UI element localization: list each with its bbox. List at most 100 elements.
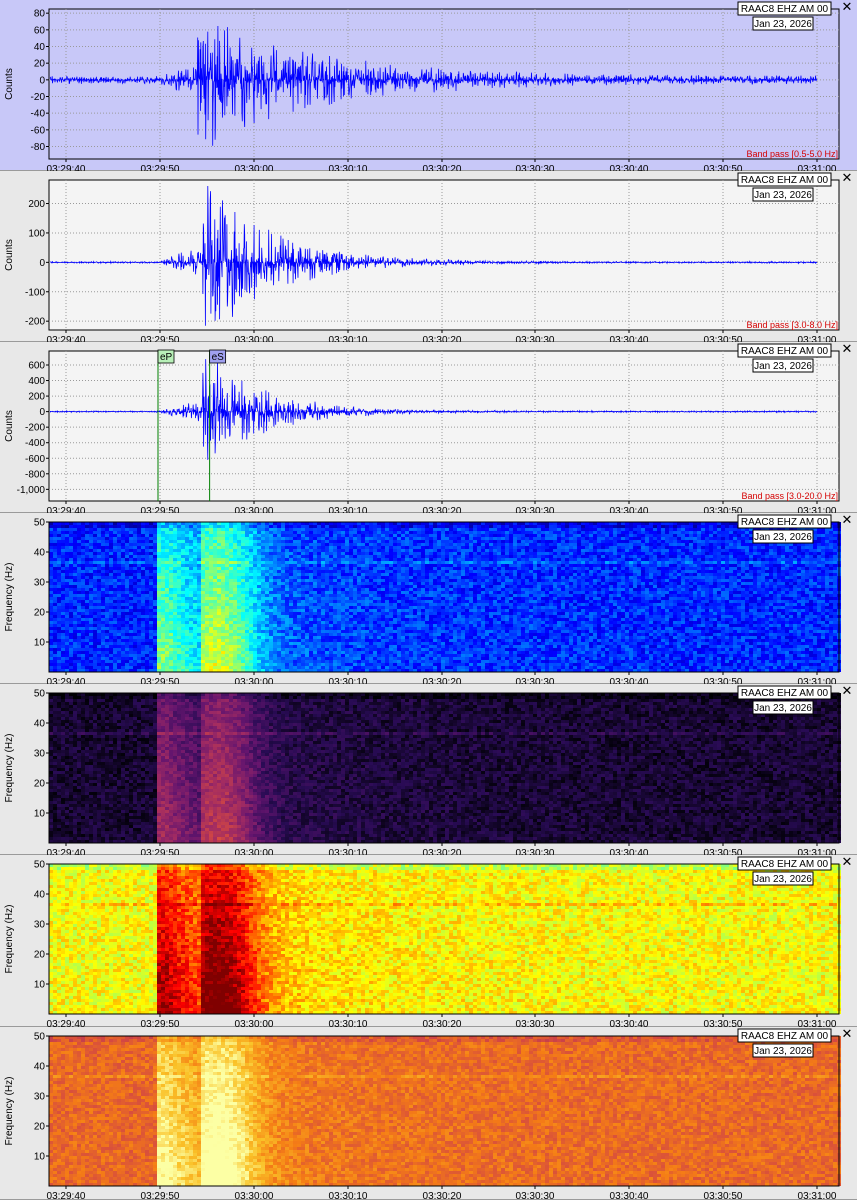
waveform-2-panel[interactable]: Band pass [3.0-8.0 Hz] 200 100 0 -100 -200 03:… [0,171,857,342]
spectrogram-cell [245,660,249,663]
spectrogram-cell [145,636,149,639]
spectrogram-cell [289,585,293,588]
waveform-3-chart: eP eSBand pass [3.0-20.0 Hz]6004002000-20… [4,343,840,513]
spectrogram-cell [281,654,285,657]
spectrogram-cell [93,582,97,585]
spectrogram-cell [409,576,413,579]
spectrogram-cell [105,651,109,654]
spectrogram-cell [185,582,189,585]
spectrogram-cell [401,648,405,651]
spectrogram-cell [373,525,377,528]
spectrogram-cell [309,570,313,573]
spectrogram-cell [265,585,269,588]
spectrogram-cell [149,531,153,534]
spectrogram-cell [261,645,265,648]
spectrogram-cell [129,630,133,633]
spectrogram-cell [169,651,173,654]
spectrogram-cell [357,612,361,615]
spectrogram-cell [189,543,193,546]
y-tick-label: 100 [28,228,45,239]
spectrogram-cell [277,549,281,552]
spectrogram-cell [257,633,261,636]
spectrogram-cell [137,606,141,609]
spectrogram-cell [93,642,97,645]
spectrogram-cell [357,558,361,561]
spectrogram-cell [257,567,261,570]
spectrogram-cell [177,636,181,639]
close-panel-button[interactable]: ✕ [841,1,853,14]
close-panel-button[interactable]: ✕ [841,172,853,185]
spectrogram-cell [341,639,345,642]
spectrogram-cell [81,567,85,570]
spectrogram-cell [221,597,225,600]
spectrogram-cell [385,663,389,666]
spectrogram-cell [177,546,181,549]
spectrogram-cell [117,594,121,597]
spectrogram-cell [253,609,257,612]
spectrogram-cell [113,633,117,636]
spectrogram-cell [425,534,429,537]
spectrogram-cell [413,621,417,624]
close-panel-button[interactable]: ✕ [841,343,853,356]
spectrogram-cell [361,543,365,546]
spectrogram-cell [281,633,285,636]
spectrogram-cell [105,618,109,621]
spectrogram-cell [49,576,53,579]
spectrogram-cell [193,609,197,612]
spectrogram-cell [389,645,393,648]
spectrogram-cell [425,645,429,648]
spectrogram-cell [261,657,265,660]
spectrogram-cell [245,525,249,528]
spectrogram-cell [393,606,397,609]
spectrogram-cell [301,543,305,546]
spectrogram-cell [429,663,433,666]
spectrogram-cell [169,582,173,585]
spectrogram-cell [401,552,405,555]
spectrogram-cell [97,627,101,630]
spectrogram-cell [389,624,393,627]
spectrogram-cell [101,570,105,573]
waveform-3-panel[interactable]: eP eS Band pass [3.0-20.0 Hz] 600 400 200 0 -20… [0,342,857,513]
spectrogram-cell [377,633,381,636]
spectrogram-cell [221,555,225,558]
spectrogram-cell [173,564,177,567]
spectrogram-cell [337,573,341,576]
spectrogram-cell [277,636,281,639]
spectrogram-cell [377,624,381,627]
spectrogram-cell [241,537,245,540]
spectrogram-cell [73,561,77,564]
spectrogram-cell [325,534,329,537]
spectrogram-cell [305,654,309,657]
spectrogram-cell [289,660,293,663]
spectrogram-cell [369,663,373,666]
spectrogram-cell [201,558,205,561]
waveform-1-panel[interactable]: Band pass [0.5-5.0 Hz] 80 60 40 20 0 -20 -40 -60… [0,0,857,171]
spectrogram-cell [121,552,125,555]
spectrogram-cell [361,639,365,642]
spectrogram-cell [393,591,397,594]
spectrogram-cell [129,615,133,618]
spectrogram-cell [253,636,257,639]
spectrogram-cell [321,582,325,585]
spectrogram-cell [225,615,229,618]
spectrogram-cell [109,579,113,582]
spectrogram-cell [241,540,245,543]
spectrogram-cell [241,612,245,615]
spectrogram-jet-panel[interactable]: 50 40 30 20 10 03:29:40 03:29:50 03:30:00 03:30:… [0,513,857,684]
spectrogram-cell [121,597,125,600]
spectrogram-cell [49,657,53,660]
spectrogram-cell [101,543,105,546]
spectrogram-cell [425,546,429,549]
spectrogram-cell [305,657,309,660]
spectrogram-cell [213,612,217,615]
spectrogram-cell [221,549,225,552]
spectrogram-cell [181,660,185,663]
y-tick-label: -600 [25,454,45,465]
spectrogram-cell [321,645,325,648]
spectrogram-cell [73,543,77,546]
spectrogram-cell [117,573,121,576]
spectrogram-cell [201,642,205,645]
spectrogram-cell [137,636,141,639]
spectrogram-cell [377,621,381,624]
spectrogram-cell [229,639,233,642]
